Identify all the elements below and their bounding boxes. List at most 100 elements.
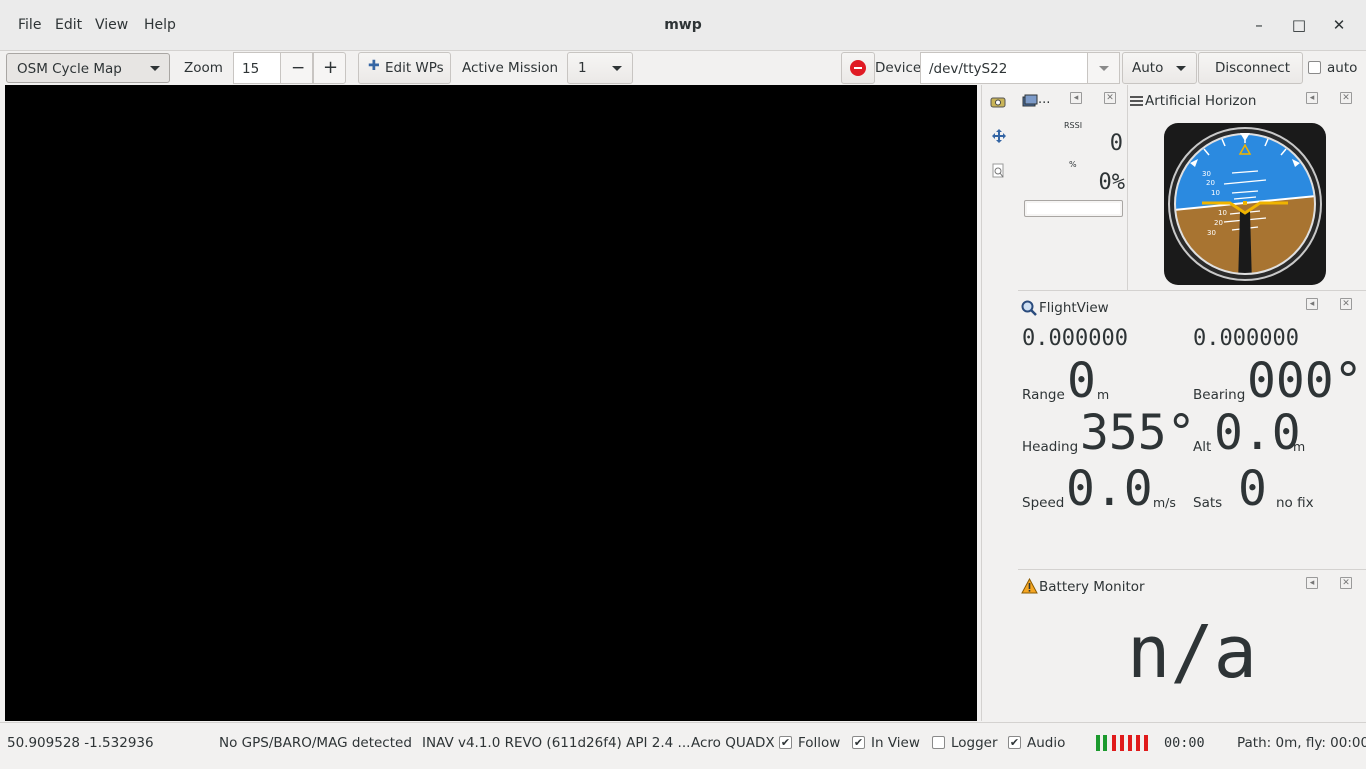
edit-wps-button[interactable]: ✚ Edit WPs bbox=[358, 52, 451, 84]
alt-unit: m bbox=[1293, 439, 1306, 454]
battery-value: n/a bbox=[1126, 610, 1258, 694]
disconnect-label: Disconnect bbox=[1215, 60, 1290, 76]
signal-bar bbox=[1120, 735, 1124, 751]
window-title: mwp bbox=[664, 17, 702, 33]
plus-icon: + bbox=[323, 57, 339, 78]
battery-title: Battery Monitor bbox=[1039, 579, 1145, 595]
speed-value: 0.0 bbox=[1066, 461, 1153, 517]
chevron-down-icon bbox=[1099, 66, 1109, 71]
panel-float-button[interactable]: ◂ bbox=[1306, 577, 1318, 589]
disconnect-button[interactable]: Disconnect bbox=[1198, 52, 1303, 84]
model-type: Acro QUADX bbox=[691, 735, 775, 751]
chevron-down-icon bbox=[150, 66, 160, 71]
follow-checkbox[interactable]: ✔ bbox=[779, 736, 792, 749]
elapsed-time: 00:00 bbox=[1164, 735, 1205, 751]
connection-status-button[interactable] bbox=[841, 52, 875, 84]
title-bar: File Edit View Help mwp – □ ✕ bbox=[0, 0, 1366, 51]
alt-value: 0.0 bbox=[1214, 405, 1301, 461]
zoom-in-button[interactable]: + bbox=[313, 52, 346, 84]
range-unit: m bbox=[1097, 387, 1110, 402]
range-label: Range bbox=[1022, 387, 1065, 403]
logger-checkbox[interactable] bbox=[932, 736, 945, 749]
flightview-panel: FlightView ◂ ✕ 0.000000 0.000000 Range 0… bbox=[1018, 291, 1366, 569]
longitude-value: 0.000000 bbox=[1193, 326, 1299, 351]
auto-label: auto bbox=[1327, 60, 1358, 76]
rssi-label: RSSI bbox=[1064, 121, 1083, 130]
auto-checkbox[interactable] bbox=[1308, 61, 1321, 74]
rssi-level-bar bbox=[1024, 200, 1123, 217]
sensor-status: No GPS/BARO/MAG detected bbox=[219, 735, 412, 751]
bearing-label: Bearing bbox=[1193, 387, 1246, 403]
audio-label: Audio bbox=[1027, 735, 1066, 751]
close-button[interactable]: ✕ bbox=[1329, 14, 1349, 36]
radio-panel-title: ... bbox=[1038, 92, 1051, 107]
sats-label: Sats bbox=[1193, 495, 1223, 511]
baud-select-value: Auto bbox=[1132, 60, 1164, 76]
map-source-select[interactable]: OSM Cycle Map bbox=[6, 53, 170, 83]
dock-tool-strip bbox=[981, 85, 1019, 721]
signal-bar bbox=[1096, 735, 1100, 751]
zoom-label: Zoom bbox=[184, 60, 223, 76]
latitude-value: 0.000000 bbox=[1022, 326, 1128, 351]
in-view-label: In View bbox=[871, 735, 920, 751]
panel-close-button[interactable]: ✕ bbox=[1340, 92, 1352, 104]
signal-bar bbox=[1136, 735, 1140, 751]
fc-info: INAV v4.1.0 REVO (611d26f4) API 2.4 ... bbox=[422, 735, 691, 751]
zoom-out-button[interactable]: − bbox=[280, 52, 313, 84]
status-bar: 50.909528 -1.532936 No GPS/BARO/MAG dete… bbox=[0, 722, 1366, 769]
flightview-title: FlightView bbox=[1039, 300, 1109, 316]
device-dropdown-button[interactable] bbox=[1087, 52, 1120, 84]
panel-float-button[interactable]: ◂ bbox=[1306, 92, 1318, 104]
zoom-input[interactable]: 15 bbox=[233, 52, 281, 84]
heading-label: Heading bbox=[1022, 439, 1079, 455]
active-mission-label: Active Mission bbox=[462, 60, 559, 76]
artificial-horizon-panel: Artificial Horizon ◂ ✕ 30 20 10 10 20 30 bbox=[1128, 85, 1366, 290]
baud-select[interactable]: Auto bbox=[1122, 52, 1197, 84]
device-input-value: /dev/ttyS22 bbox=[929, 61, 1008, 77]
stop-icon bbox=[850, 60, 866, 76]
panel-close-button[interactable]: ✕ bbox=[1340, 298, 1352, 310]
minimize-button[interactable]: – bbox=[1249, 14, 1269, 36]
pitch-mark: 20 bbox=[1214, 219, 1223, 227]
dock-tool-icon[interactable] bbox=[990, 94, 1008, 110]
bearing-value: 000° bbox=[1247, 353, 1363, 409]
pitch-mark: 10 bbox=[1211, 189, 1220, 197]
panel-close-button[interactable]: ✕ bbox=[1340, 577, 1352, 589]
maximize-button[interactable]: □ bbox=[1289, 14, 1309, 36]
path-info: Path: 0m, fly: 00:00 bbox=[1237, 735, 1366, 751]
percent-label: % bbox=[1069, 160, 1077, 169]
warning-icon bbox=[1021, 578, 1038, 594]
move-icon[interactable] bbox=[991, 128, 1007, 144]
range-value: 0 bbox=[1067, 353, 1096, 409]
rssi-value: 0 bbox=[1109, 131, 1123, 156]
active-mission-select[interactable]: 1 bbox=[567, 52, 633, 84]
edit-wps-label: Edit WPs bbox=[385, 60, 444, 76]
horizon-icon bbox=[1130, 96, 1143, 106]
panel-close-button[interactable]: ✕ bbox=[1104, 92, 1116, 104]
panel-float-button[interactable]: ◂ bbox=[1070, 92, 1082, 104]
audio-checkbox[interactable]: ✔ bbox=[1008, 736, 1021, 749]
battery-monitor-panel: Battery Monitor ◂ ✕ n/a bbox=[1018, 570, 1366, 721]
active-mission-value: 1 bbox=[578, 60, 587, 76]
speed-label: Speed bbox=[1022, 495, 1065, 511]
signal-bar bbox=[1144, 735, 1148, 751]
pitch-mark: 10 bbox=[1218, 209, 1227, 217]
device-input[interactable]: /dev/ttyS22 bbox=[920, 52, 1088, 84]
speed-unit: m/s bbox=[1153, 495, 1176, 510]
panel-float-button[interactable]: ◂ bbox=[1306, 298, 1318, 310]
horizon-panel-title: Artificial Horizon bbox=[1145, 93, 1257, 109]
heading-value: 355° bbox=[1080, 405, 1196, 461]
chevron-down-icon bbox=[612, 66, 622, 71]
alt-label: Alt bbox=[1193, 439, 1212, 455]
signal-bar bbox=[1112, 735, 1116, 751]
signal-bars-indicator bbox=[1096, 735, 1152, 751]
radio-status-panel: ... ◂ ✕ RSSI 0 % 0% bbox=[1018, 85, 1127, 290]
magnifier-icon bbox=[1021, 300, 1037, 316]
in-view-checkbox[interactable]: ✔ bbox=[852, 736, 865, 749]
logger-label: Logger bbox=[951, 735, 998, 751]
inspect-icon[interactable] bbox=[992, 163, 1006, 179]
signal-bar bbox=[1103, 735, 1107, 751]
map-view[interactable] bbox=[5, 85, 977, 721]
pitch-mark: 30 bbox=[1202, 170, 1211, 178]
sats-value: 0 bbox=[1238, 461, 1267, 517]
